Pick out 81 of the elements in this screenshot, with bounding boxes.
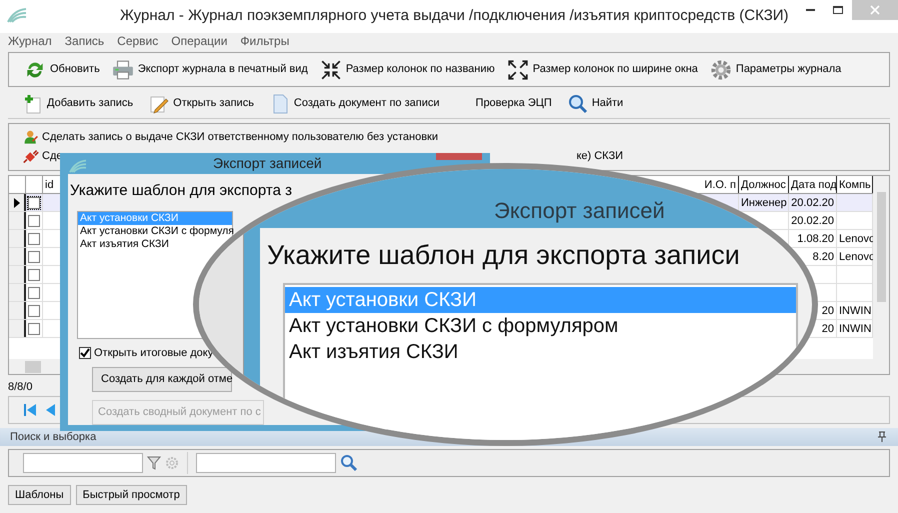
row-checkbox[interactable] <box>28 232 40 244</box>
menu-item[interactable]: Журнал <box>8 33 52 49</box>
list-item[interactable]: Акт изъятия СКЗИ <box>78 238 169 250</box>
toolbar-button[interactable]: Обновить <box>21 58 103 82</box>
close-icon <box>870 5 880 15</box>
gear-icon <box>710 58 732 80</box>
table-cell-text: 20.02.20 <box>791 214 834 229</box>
column-header[interactable]: Должнос <box>741 176 786 193</box>
toolbar-button[interactable]: Добавить запись <box>20 92 136 116</box>
record-count: 8/8/0 <box>8 380 32 395</box>
dialog-button[interactable]: Создать для каждой отме <box>92 367 232 392</box>
menu-item[interactable]: Фильтры <box>240 33 290 49</box>
table-cell-text: 20 <box>822 322 834 337</box>
checkbox-label: Открыть итоговые доку <box>94 346 214 360</box>
table-cell-text: 20.02.20 <box>791 196 834 211</box>
add-document-icon <box>23 94 43 114</box>
table-cell-text: 8.20 <box>812 250 834 265</box>
action-button-label-end: ке) СКЗИ <box>576 149 623 164</box>
row-header[interactable] <box>9 212 26 229</box>
table-cell-text: INWIN <box>839 322 872 337</box>
row-checkbox[interactable] <box>28 214 40 226</box>
toolbar-button[interactable]: Проверка ЭЦП <box>472 92 555 116</box>
toolbar-button[interactable]: Создать документ по записи <box>266 92 443 116</box>
row-checkbox[interactable] <box>28 304 40 316</box>
menu-item[interactable]: Запись <box>64 33 104 49</box>
toolbar-button[interactable]: Открыть запись <box>146 92 257 116</box>
magnified-list-item: Акт установки СКЗИ <box>285 287 796 313</box>
funnel-icon[interactable] <box>147 455 161 471</box>
toolbar-button[interactable]: Размер колонок по названию <box>316 58 498 82</box>
column-header[interactable]: Компь <box>839 176 871 193</box>
checkbox[interactable] <box>79 346 91 359</box>
previous-record-icon[interactable] <box>45 402 55 418</box>
panel-title: Поиск и выборка <box>10 430 96 445</box>
shrink-arrows-icon <box>320 58 342 80</box>
app-logo-icon <box>6 6 28 24</box>
table-cell-text: INWIN <box>839 304 872 319</box>
app-logo-icon <box>68 158 88 174</box>
toolbar-button[interactable]: Размер колонок по ширине окна <box>504 58 701 82</box>
search-icon <box>568 94 588 114</box>
toolbar-button[interactable]: Параметры журнала <box>706 58 844 82</box>
tab[interactable]: Быстрый просмотр <box>76 485 187 505</box>
magnified-list-item: Акт установки СКЗИ с формуляром <box>288 314 620 339</box>
row-header[interactable] <box>9 266 26 283</box>
search-input[interactable] <box>196 453 336 473</box>
row-checkbox[interactable] <box>28 196 40 208</box>
magnified-list-item: Акт изъятия СКЗИ <box>288 340 460 365</box>
pencil-icon <box>149 94 170 114</box>
table-cell-text: Инженер <box>741 196 787 211</box>
plug-icon <box>23 148 39 164</box>
filter-input[interactable] <box>23 453 143 473</box>
table-cell-text: 20 <box>822 304 834 319</box>
printer-icon <box>112 58 134 80</box>
row-checkbox[interactable] <box>28 322 40 334</box>
menu-item[interactable]: Сервис <box>117 33 158 49</box>
first-record-icon[interactable] <box>23 402 37 418</box>
magnified-dialog-title: Экспорт записей <box>494 200 665 222</box>
tab[interactable]: Шаблоны <box>8 485 71 505</box>
action-button[interactable]: Сделать запись о выдаче СКЗИ ответственному пользователю без установки <box>42 129 438 146</box>
row-header[interactable] <box>9 194 26 211</box>
magnified-prompt: Укажите шаблон для экспорта записи <box>267 242 741 269</box>
row-header[interactable] <box>9 284 26 301</box>
search-icon[interactable] <box>340 454 358 472</box>
dialog-title: Экспорт записей <box>213 154 322 173</box>
toolbar-button[interactable]: Экспорт журнала в печатный вид <box>108 58 311 82</box>
row-header[interactable] <box>9 302 26 319</box>
row-header[interactable] <box>9 248 26 265</box>
row-header[interactable] <box>9 230 26 247</box>
person-icon <box>23 130 39 146</box>
pin-icon[interactable] <box>876 431 888 443</box>
dialog-prompt: Укажите шаблон для экспорта з <box>70 181 292 201</box>
expand-arrows-icon <box>506 58 529 80</box>
row-header[interactable] <box>9 320 26 337</box>
toolbar-button[interactable]: Найти <box>564 92 626 116</box>
window-title: Журнал - Журнал поэкземплярного учета выдачи /подключения /изъятия криптосредств (СКЗИ) <box>120 6 789 26</box>
table-cell-text: 1.08.20 <box>797 232 834 247</box>
list-item[interactable]: Акт установки СКЗИ с формуля <box>78 224 234 238</box>
row-checkbox[interactable] <box>28 286 40 298</box>
vertical-scrollbar[interactable] <box>873 176 889 360</box>
menu-item[interactable]: Операции <box>171 33 228 49</box>
row-checkbox[interactable] <box>28 268 40 280</box>
row-checkbox[interactable] <box>28 250 40 262</box>
